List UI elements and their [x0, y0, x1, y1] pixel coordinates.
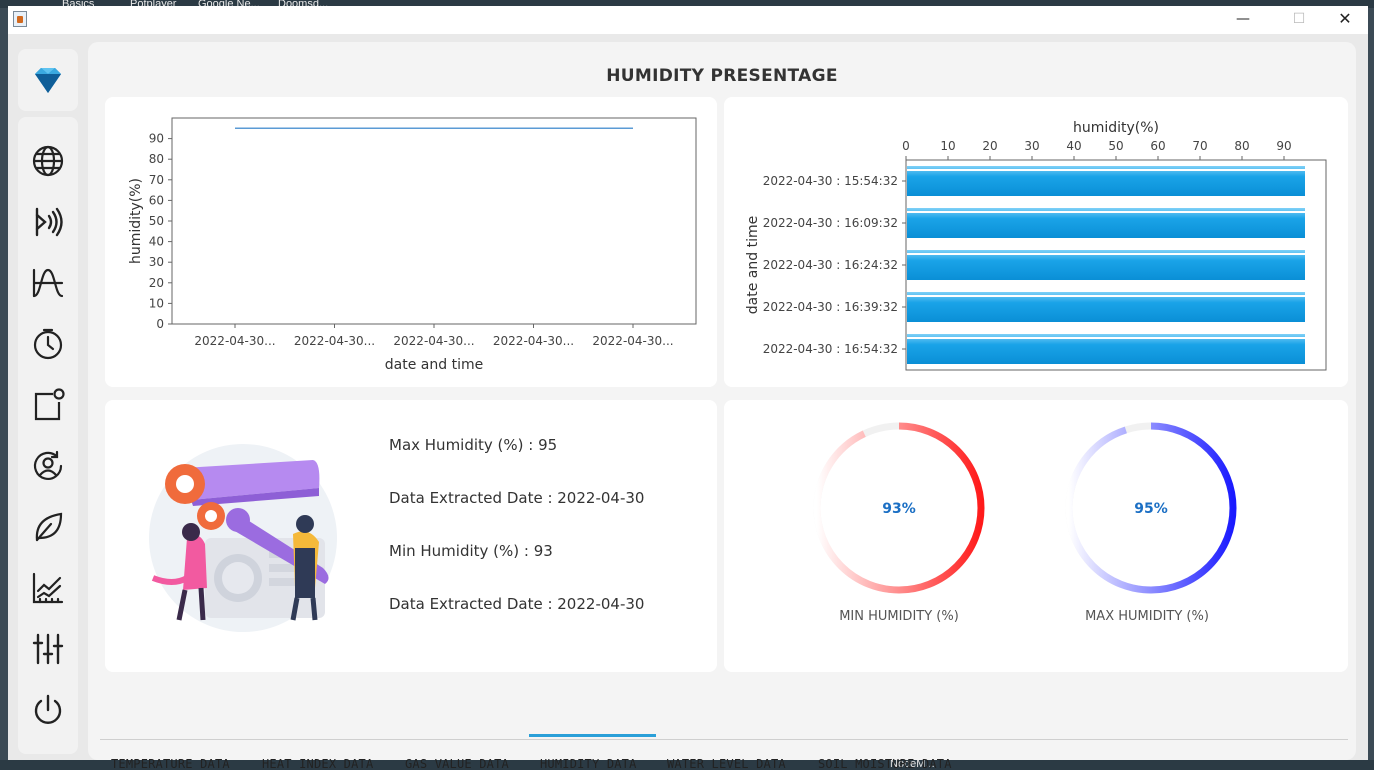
x-tick-label: 70 — [1192, 139, 1207, 153]
max-gauge-label: MAX HUMIDITY (%) — [1085, 609, 1209, 624]
x-tick-label: 40 — [1066, 139, 1081, 153]
x-tick-label: 30 — [1024, 139, 1039, 153]
leaf-icon — [35, 512, 63, 542]
sidebar-item-chart[interactable] — [30, 570, 66, 606]
ac-repair-illustration — [149, 444, 337, 632]
min-gauge-label: MIN HUMIDITY (%) — [839, 609, 959, 624]
max-gauge-value: 95% — [1134, 501, 1168, 517]
y-tick-label: 20 — [149, 276, 164, 290]
sidebar-item-notification[interactable] — [30, 387, 66, 423]
desktop-left-strip — [0, 8, 8, 760]
min-humidity-gauge: 93% — [813, 422, 985, 594]
tab-strip-divider — [100, 739, 1348, 740]
x-tick-label: 60 — [1150, 139, 1165, 153]
sliders-icon — [32, 633, 64, 665]
x-tick-label: 10 — [940, 139, 955, 153]
sidebar-item-leaf[interactable] — [30, 509, 66, 545]
power-icon — [34, 694, 62, 724]
timer-icon — [33, 328, 63, 360]
x-tick-label: 2022-04-30... — [294, 334, 375, 348]
tab-heat-index-data[interactable]: HEAT INDEX DATA — [262, 757, 373, 770]
y-tick-label: 2022-04-30 : 16:54:32 — [763, 342, 898, 356]
x-tick-label: 20 — [982, 139, 997, 153]
gauges-card: 93% MIN HUMIDITY (%) 95% MAX HUMIDITY (%… — [724, 400, 1348, 672]
min-humidity-text: Min Humidity (%) : 93 — [389, 542, 553, 560]
client-area: HUMIDITY PRESENTAGE 0 10 20 30 40 50 60 70 80 90 2… — [8, 34, 1368, 770]
x-axis-title: date and time — [385, 357, 483, 373]
line-plot-area — [171, 117, 697, 325]
chart-icon — [32, 572, 64, 604]
y-tick-label: 0 — [156, 317, 164, 331]
x-tick-label: 50 — [1108, 139, 1123, 153]
x-tick-label: 2022-04-30... — [393, 334, 474, 348]
main-panel: HUMIDITY PRESENTAGE 0 10 20 30 40 50 60 70 80 90 2… — [88, 42, 1356, 770]
wave-graph-icon — [32, 268, 64, 298]
max-humidity-text: Max Humidity (%) : 95 — [389, 436, 558, 454]
maximize-button[interactable]: ☐ — [1276, 6, 1322, 34]
java-app-icon — [13, 11, 27, 27]
sidebar — [18, 117, 78, 754]
tab-soil-moisture-data[interactable]: SOIL MOISTURE DATA — [818, 757, 952, 770]
sidebar-item-globe[interactable] — [30, 143, 66, 179]
app-window: — ☐ ✕ HUMIDITY PRESENTAGE 0 10 20 30 40 … — [8, 6, 1368, 770]
y-tick-label: 40 — [149, 235, 164, 249]
x-tick-label: 2022-04-30... — [493, 334, 574, 348]
sidebar-item-wave[interactable] — [30, 265, 66, 301]
max-humidity-gauge: 95% — [1065, 422, 1237, 594]
min-date-text: Data Extracted Date : 2022-04-30 — [389, 595, 645, 613]
x-tick-label: 90 — [1276, 139, 1291, 153]
y-tick-label: 30 — [149, 255, 164, 269]
y-axis-title: humidity(%) — [128, 178, 144, 264]
selected-tab-indicator — [529, 734, 656, 737]
x-axis-title: humidity(%) — [1073, 120, 1159, 136]
y-axis-title: date and time — [745, 216, 761, 314]
notification-square-icon — [34, 388, 65, 421]
stats-card: Max Humidity (%) : 95 Data Extracted Dat… — [105, 400, 717, 672]
refresh-user-icon — [33, 450, 63, 480]
humidity-line-chart: 0 10 20 30 40 50 60 70 80 90 2022-04-30... 2022-04-… — [128, 117, 697, 373]
sidebar-item-sensor[interactable] — [30, 204, 66, 240]
y-tick-label: 2022-04-30 : 15:54:32 — [763, 174, 898, 188]
x-tick-label: 0 — [902, 139, 910, 153]
diamond-logo-icon — [35, 68, 61, 93]
tab-gas-value-data[interactable]: GAS VALUE DATA — [405, 757, 509, 770]
close-button[interactable]: ✕ — [1322, 6, 1368, 34]
minimize-button[interactable]: — — [1220, 6, 1266, 34]
y-tick-label: 50 — [149, 214, 164, 228]
humidity-bar-chart: 0 10 20 30 40 50 60 70 80 90 2022-04-30 : 15:54:32… — [745, 120, 1327, 371]
x-tick-label: 2022-04-30... — [592, 334, 673, 348]
sidebar-item-user-refresh[interactable] — [30, 448, 66, 484]
y-tick-label: 2022-04-30 : 16:09:32 — [763, 216, 898, 230]
bar-chart-card: 0 10 20 30 40 50 60 70 80 90 2022-04-30 : 15:54:32… — [724, 97, 1348, 387]
tab-humidity-data[interactable]: HUMIDITY DATA — [540, 757, 637, 770]
title-bar[interactable]: — ☐ ✕ — [8, 6, 1368, 34]
sidebar-item-power[interactable] — [30, 692, 66, 728]
y-tick-label: 60 — [149, 193, 164, 207]
y-tick-label: 90 — [149, 132, 164, 146]
x-tick-label: 2022-04-30... — [194, 334, 275, 348]
y-tick-label: 70 — [149, 173, 164, 187]
y-tick-label: 2022-04-30 : 16:24:32 — [763, 258, 898, 272]
sidebar-item-sliders[interactable] — [30, 631, 66, 667]
globe-icon — [32, 145, 64, 177]
sensor-signal-icon — [35, 207, 63, 237]
sidebar-item-timer[interactable] — [30, 326, 66, 362]
y-tick-label: 2022-04-30 : 16:39:32 — [763, 300, 898, 314]
line-chart-card: 0 10 20 30 40 50 60 70 80 90 2022-04-30... 2022-04-… — [105, 97, 717, 387]
max-date-text: Data Extracted Date : 2022-04-30 — [389, 489, 645, 507]
tab-water-level-data[interactable]: WATER LEVEL DATA — [667, 757, 786, 770]
x-tick-label: 80 — [1234, 139, 1249, 153]
tab-temperature-data[interactable]: TEMPERATURE DATA — [111, 757, 230, 770]
page-title: HUMIDITY PRESENTAGE — [606, 66, 838, 86]
y-tick-label: 80 — [149, 152, 164, 166]
min-gauge-value: 93% — [882, 501, 916, 517]
logo-box[interactable] — [18, 49, 78, 111]
desktop-right-strip — [1368, 8, 1374, 760]
y-tick-label: 10 — [149, 296, 164, 310]
